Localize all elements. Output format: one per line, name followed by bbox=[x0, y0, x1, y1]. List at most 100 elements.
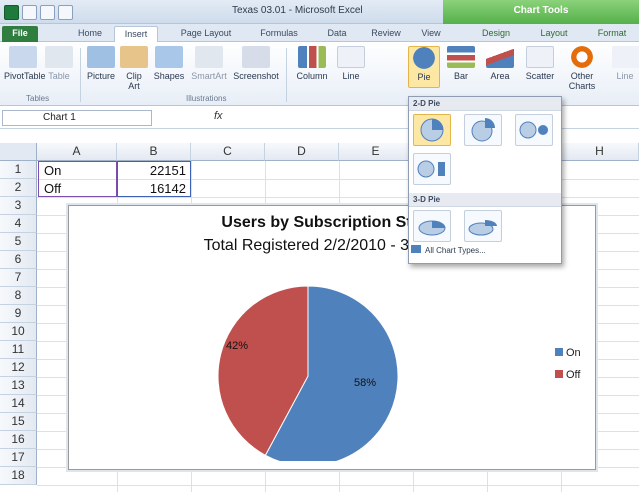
row-header-16[interactable]: 16 bbox=[0, 431, 37, 449]
other-charts-icon bbox=[568, 46, 596, 68]
screenshot-button[interactable]: Screenshot bbox=[232, 46, 280, 81]
row-header-9[interactable]: 9 bbox=[0, 305, 37, 323]
tab-file[interactable]: File bbox=[2, 26, 38, 42]
insert-function-icon[interactable]: fx bbox=[214, 110, 223, 122]
line-chart-icon bbox=[337, 46, 365, 68]
table-icon bbox=[45, 46, 73, 68]
row-header-4[interactable]: 4 bbox=[0, 215, 37, 233]
line-chart-button[interactable]: Line bbox=[336, 46, 366, 81]
row-header-15[interactable]: 15 bbox=[0, 413, 37, 431]
row-header-14[interactable]: 14 bbox=[0, 395, 37, 413]
column-header-c[interactable]: C bbox=[191, 143, 265, 161]
row-header-2[interactable]: 2 bbox=[0, 179, 37, 197]
column-chart-button[interactable]: Column bbox=[292, 46, 332, 81]
pie-chart-gallery-dropdown: 2-D Pie 3-D Pie All Chart Types... bbox=[408, 96, 562, 264]
redo-icon[interactable] bbox=[58, 4, 73, 20]
window-title: Texas 03.01 - Microsoft Excel bbox=[232, 5, 363, 16]
legend-entry-off[interactable]: Off bbox=[555, 369, 580, 381]
exploded-pie-3d-option[interactable] bbox=[464, 210, 502, 242]
row-header-5[interactable]: 5 bbox=[0, 233, 37, 251]
column-header-a[interactable]: A bbox=[37, 143, 117, 161]
other-charts-button[interactable]: Other Charts bbox=[562, 46, 602, 91]
row-gridline bbox=[37, 485, 639, 486]
tab-design[interactable]: Design bbox=[474, 26, 518, 42]
row-header-8[interactable]: 8 bbox=[0, 287, 37, 305]
row-header-13[interactable]: 13 bbox=[0, 377, 37, 395]
bar-of-pie-option[interactable] bbox=[413, 153, 451, 185]
legend-swatch-off bbox=[555, 370, 563, 378]
tab-view[interactable]: View bbox=[414, 26, 448, 42]
save-icon[interactable] bbox=[22, 4, 37, 20]
chart-tools-context-label: Chart Tools bbox=[443, 0, 639, 24]
category-range-highlight bbox=[38, 161, 117, 197]
sparkline-line-button[interactable]: Line bbox=[612, 46, 639, 81]
legend-entry-on[interactable]: On bbox=[555, 347, 581, 359]
tab-insert[interactable]: Insert bbox=[114, 26, 158, 42]
select-all-corner[interactable] bbox=[0, 143, 37, 161]
tab-layout[interactable]: Layout bbox=[532, 26, 576, 42]
row-header-10[interactable]: 10 bbox=[0, 323, 37, 341]
pie-of-pie-option[interactable] bbox=[515, 114, 553, 146]
excel-icon[interactable] bbox=[4, 4, 19, 20]
group-label-tables: Tables bbox=[26, 94, 50, 103]
area-chart-button[interactable]: Area bbox=[484, 46, 516, 81]
shapes-icon bbox=[155, 46, 183, 68]
bar-chart-button[interactable]: Bar bbox=[446, 46, 476, 81]
scatter-chart-icon bbox=[526, 46, 554, 68]
ribbon-tabs: File Home Insert Page Layout Formulas Da… bbox=[0, 24, 639, 42]
data-label-off: 42% bbox=[226, 340, 248, 352]
title-bar: Texas 03.01 - Microsoft Excel Chart Tool… bbox=[0, 0, 639, 24]
column-chart-icon bbox=[298, 46, 326, 68]
scatter-chart-button[interactable]: Scatter bbox=[520, 46, 560, 81]
exploded-pie-2d-option[interactable] bbox=[464, 114, 502, 146]
shapes-button[interactable]: Shapes bbox=[152, 46, 186, 81]
pie-3d-option[interactable] bbox=[413, 210, 451, 242]
tab-review[interactable]: Review bbox=[366, 26, 406, 42]
column-header-h[interactable]: H bbox=[561, 143, 639, 161]
pie-chart-button[interactable]: Pie bbox=[408, 46, 440, 88]
divider bbox=[80, 48, 81, 102]
chart-types-icon bbox=[411, 245, 421, 253]
value-range-highlight bbox=[117, 161, 191, 197]
pivottable-button[interactable]: PivotTable bbox=[4, 46, 46, 81]
column-header-e[interactable]: E bbox=[339, 143, 413, 161]
name-box[interactable]: Chart 1 bbox=[2, 110, 152, 126]
tab-home[interactable]: Home bbox=[68, 26, 112, 42]
column-header-b[interactable]: B bbox=[117, 143, 191, 161]
pie-chart-icon bbox=[410, 47, 438, 69]
data-label-on: 58% bbox=[354, 377, 376, 389]
row-header-3[interactable]: 3 bbox=[0, 197, 37, 215]
smartart-button[interactable]: SmartArt bbox=[188, 46, 230, 81]
clip-art-icon bbox=[120, 46, 148, 68]
tab-data[interactable]: Data bbox=[320, 26, 354, 42]
row-header-18[interactable]: 18 bbox=[0, 467, 37, 485]
divider bbox=[286, 48, 287, 102]
section-3d-pie: 3-D Pie bbox=[409, 193, 561, 207]
tab-page-layout[interactable]: Page Layout bbox=[174, 26, 238, 42]
area-chart-icon bbox=[486, 46, 514, 68]
row-header-6[interactable]: 6 bbox=[0, 251, 37, 269]
picture-button[interactable]: Picture bbox=[84, 46, 118, 81]
tab-format[interactable]: Format bbox=[590, 26, 634, 42]
clip-art-button[interactable]: Clip Art bbox=[120, 46, 148, 91]
screenshot-icon bbox=[242, 46, 270, 68]
pie-plot-area[interactable]: 58% 42% bbox=[204, 261, 484, 461]
bar-chart-icon bbox=[447, 46, 475, 68]
pivottable-icon bbox=[9, 46, 37, 68]
picture-icon bbox=[87, 46, 115, 68]
undo-icon[interactable] bbox=[40, 4, 55, 20]
row-header-1[interactable]: 1 bbox=[0, 161, 37, 179]
pie-2d-option[interactable] bbox=[413, 114, 451, 146]
quick-access-toolbar bbox=[4, 3, 73, 21]
section-2d-pie: 2-D Pie bbox=[409, 97, 561, 111]
tab-formulas[interactable]: Formulas bbox=[252, 26, 306, 42]
table-button[interactable]: Table bbox=[44, 46, 74, 81]
row-header-11[interactable]: 11 bbox=[0, 341, 37, 359]
all-chart-types-link[interactable]: All Chart Types... bbox=[411, 245, 486, 255]
legend-swatch-on bbox=[555, 348, 563, 356]
column-header-d[interactable]: D bbox=[265, 143, 339, 161]
group-label-illustrations: Illustrations bbox=[186, 94, 227, 103]
row-header-12[interactable]: 12 bbox=[0, 359, 37, 377]
row-header-17[interactable]: 17 bbox=[0, 449, 37, 467]
row-header-7[interactable]: 7 bbox=[0, 269, 37, 287]
